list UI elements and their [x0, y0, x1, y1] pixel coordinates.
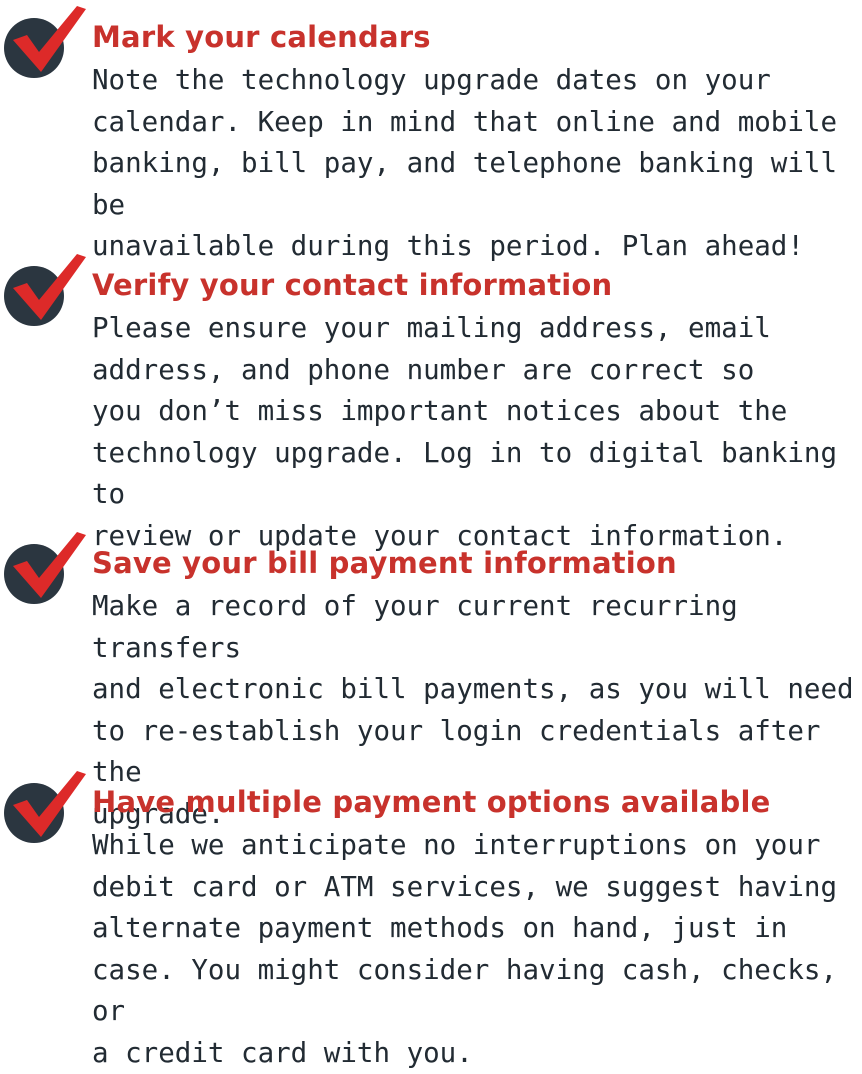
item-title: Mark your calendars — [92, 20, 431, 54]
item-description: While we anticipate no interruptions on … — [92, 829, 838, 1069]
checkmark-circle-icon — [0, 248, 94, 334]
item-description: Note the technology upgrade dates on you… — [92, 64, 838, 262]
upgrade-checklist: Mark your calendars Note the technology … — [0, 0, 862, 1069]
item-description: Please ensure your mailing address, emai… — [92, 312, 838, 552]
item-title: Verify your contact information — [92, 268, 613, 302]
checkmark-circle-icon — [0, 0, 94, 86]
checkmark-circle-icon — [0, 526, 94, 612]
checkmark-circle-icon — [0, 765, 94, 851]
item-title: Have multiple payment options available — [92, 785, 771, 819]
item-title: Save your bill payment information — [92, 546, 677, 580]
